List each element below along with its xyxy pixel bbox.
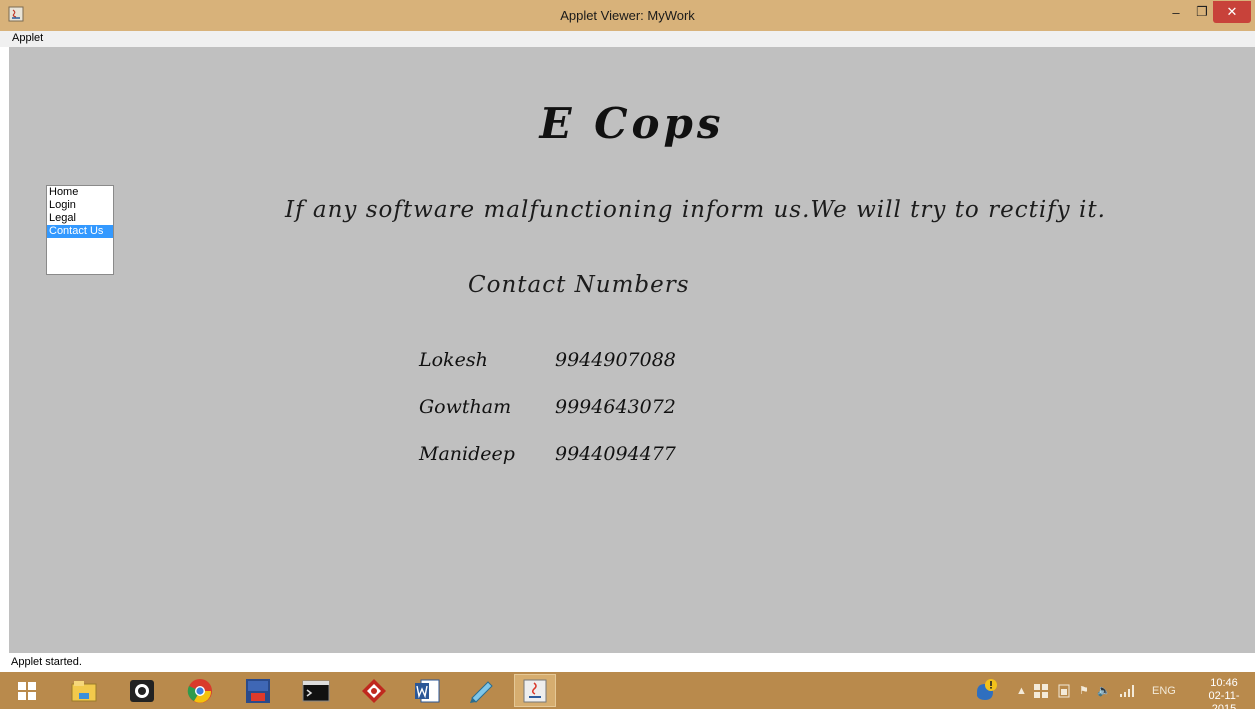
contact-name: Gowtham bbox=[419, 396, 512, 418]
contact-name: Manideep bbox=[419, 443, 515, 465]
java-icon bbox=[523, 679, 547, 702]
start-icon bbox=[18, 681, 36, 700]
windows-tray-icon bbox=[1034, 683, 1048, 698]
signal-icon bbox=[1120, 684, 1134, 697]
contact-name: Lokesh bbox=[419, 349, 488, 371]
tray-taskview[interactable] bbox=[1034, 674, 1048, 707]
clock[interactable]: 10:46 02-11-2015 bbox=[1198, 677, 1250, 716]
tray-network[interactable] bbox=[1120, 674, 1136, 707]
contact-phone: 9944907088 bbox=[555, 349, 676, 371]
taskbar-chrome[interactable] bbox=[179, 674, 221, 707]
tray-volume[interactable]: 🔈 bbox=[1097, 674, 1111, 707]
volume-icon: 🔈 bbox=[1097, 685, 1111, 697]
tray-power[interactable] bbox=[1057, 674, 1071, 707]
status-bar: Applet started. bbox=[0, 653, 1255, 672]
window-title: Applet Viewer: MyWork bbox=[560, 8, 695, 23]
clock-time: 10:46 bbox=[1210, 677, 1238, 689]
flag-icon: ⚑ bbox=[1079, 685, 1089, 697]
close-button[interactable]: ✕ bbox=[1213, 1, 1251, 23]
contact-phone: 9994643072 bbox=[555, 396, 676, 418]
clock-date: 02-11-2015 bbox=[1208, 690, 1240, 715]
contact-phone: 9944094477 bbox=[555, 443, 676, 465]
menu-applet[interactable]: Applet bbox=[12, 32, 43, 44]
battery-icon bbox=[1058, 684, 1070, 697]
file-explorer-icon bbox=[71, 680, 97, 701]
notepad-icon bbox=[470, 680, 493, 703]
nav-item-legal[interactable]: Legal bbox=[47, 212, 113, 225]
dev-cpp-icon bbox=[246, 678, 270, 703]
taskbar-file-explorer[interactable] bbox=[63, 674, 105, 707]
window-title-bar[interactable]: Applet Viewer: MyWork – ❐ ✕ bbox=[0, 0, 1255, 31]
nav-item-contact-us[interactable]: Contact Us bbox=[47, 225, 113, 238]
red-app-icon bbox=[362, 678, 386, 703]
applet-panel: E Cops Home Login Legal Contact Us If an… bbox=[9, 47, 1255, 653]
taskbar-word[interactable] bbox=[406, 674, 448, 707]
start-button[interactable] bbox=[6, 674, 48, 707]
status-text: Applet started. bbox=[11, 656, 82, 668]
nav-item-login[interactable]: Login bbox=[47, 199, 113, 212]
info-message: If any software malfunctioning inform us… bbox=[285, 197, 1106, 223]
navigation-list[interactable]: Home Login Legal Contact Us bbox=[46, 185, 114, 275]
taskbar: ▲ ⚑ 🔈 ENG 10:46 02-11-2015 bbox=[0, 672, 1255, 715]
tray-flag[interactable]: ⚑ bbox=[1079, 674, 1089, 707]
close-icon: ✕ bbox=[1226, 4, 1238, 19]
taskbar-notepad[interactable] bbox=[460, 674, 502, 707]
maximize-button[interactable]: ❐ bbox=[1189, 1, 1215, 23]
taskbar-camera-app[interactable] bbox=[121, 674, 163, 707]
command-prompt-icon bbox=[302, 680, 330, 701]
chrome-icon bbox=[187, 678, 212, 703]
restore-icon: ❐ bbox=[1196, 4, 1208, 19]
word-icon bbox=[415, 679, 440, 702]
input-language[interactable]: ENG bbox=[1152, 674, 1176, 707]
taskbar-red-app[interactable] bbox=[353, 674, 395, 707]
page-title: E Cops bbox=[539, 99, 725, 148]
minimize-button[interactable]: – bbox=[1163, 1, 1189, 23]
action-center-tray[interactable] bbox=[973, 674, 999, 707]
contacts-heading: Contact Numbers bbox=[468, 272, 690, 298]
taskbar-java-applet[interactable] bbox=[514, 674, 556, 707]
taskbar-command-prompt[interactable] bbox=[295, 674, 337, 707]
camera-app-icon bbox=[130, 679, 154, 702]
minimize-icon: – bbox=[1172, 4, 1180, 20]
nav-item-home[interactable]: Home bbox=[47, 186, 113, 199]
action-center-warning-icon bbox=[977, 678, 997, 700]
taskbar-dev-cpp[interactable] bbox=[237, 674, 279, 707]
show-hidden-icons[interactable]: ▲ bbox=[1016, 674, 1027, 707]
chevron-up-icon: ▲ bbox=[1016, 684, 1027, 697]
menu-bar: Applet bbox=[0, 31, 1255, 47]
